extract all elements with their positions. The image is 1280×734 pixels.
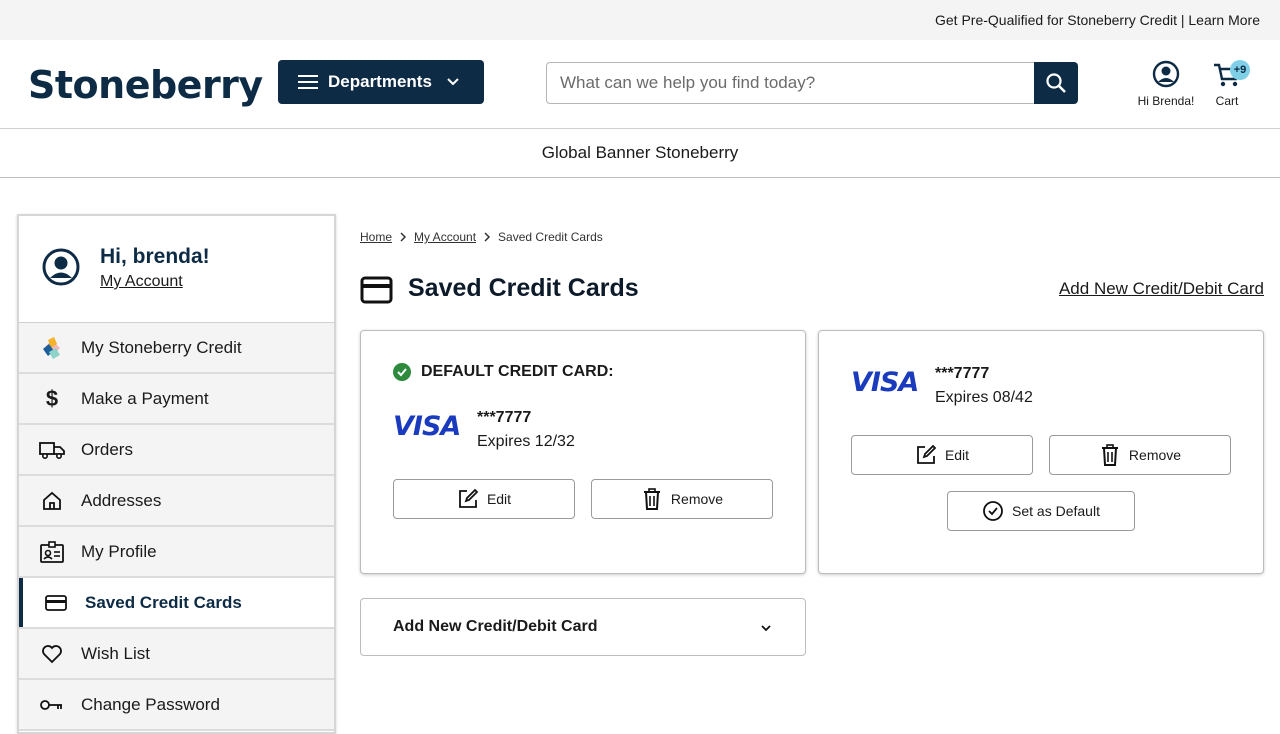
- credit-card-icon: [360, 276, 393, 304]
- search-icon: [1046, 73, 1066, 93]
- remove-card-button[interactable]: Remove: [1049, 435, 1231, 475]
- credit-card-icon: [43, 590, 69, 616]
- menu-icon: [298, 75, 318, 89]
- greeting-text: Hi, brenda!: [100, 245, 210, 268]
- cart-label: Cart: [1215, 94, 1239, 108]
- account-sidebar: Hi, brenda! My Account My Stoneberry Cre…: [17, 214, 336, 734]
- search-input[interactable]: [546, 62, 1034, 104]
- cart-count-badge: +9: [1230, 60, 1250, 80]
- sidebar-item-label: Wish List: [81, 643, 150, 663]
- default-card-label: DEFAULT CREDIT CARD:: [421, 363, 614, 380]
- credit-card-tile: VISA ***7777 Expires 08/42 Edit Remove S…: [818, 330, 1264, 574]
- sidebar-item-label: Change Password: [81, 694, 220, 714]
- global-banner-text: Global Banner Stoneberry: [541, 143, 739, 162]
- trash-icon: [643, 488, 660, 510]
- card-expiry: Expires 12/32: [477, 433, 575, 450]
- edit-icon: [917, 444, 937, 464]
- my-account-link[interactable]: My Account: [100, 273, 183, 291]
- truck-icon: [39, 437, 65, 463]
- sidebar-item-label: Saved Credit Cards: [85, 592, 242, 612]
- sidebar-item-saved-credit-cards[interactable]: Saved Credit Cards: [19, 578, 334, 629]
- chevron-right-icon: [484, 232, 491, 242]
- sidebar-item-my-profile[interactable]: My Profile: [19, 527, 334, 578]
- sidebar-item-label: Make a Payment: [81, 388, 209, 408]
- breadcrumb-current: Saved Credit Cards: [498, 230, 603, 244]
- default-card-indicator: DEFAULT CREDIT CARD:: [393, 363, 614, 381]
- edit-card-button[interactable]: Edit: [393, 479, 575, 519]
- add-card-accordion[interactable]: Add New Credit/Debit Card: [360, 598, 806, 656]
- edit-label: Edit: [944, 447, 970, 463]
- breadcrumb-home[interactable]: Home: [360, 230, 392, 244]
- sidebar-item-orders[interactable]: Orders: [19, 425, 334, 476]
- avatar-icon: [42, 248, 80, 286]
- sidebar-item-label: My Profile: [81, 541, 157, 561]
- dollar-icon: $: [45, 385, 59, 411]
- heart-icon: [39, 641, 65, 667]
- chevron-down-icon: [447, 78, 459, 86]
- visa-logo: VISA: [851, 367, 919, 398]
- departments-label: Departments: [328, 72, 432, 91]
- edit-label: Edit: [486, 491, 512, 507]
- card-number: ***7777: [477, 409, 532, 426]
- greeting-panel: Hi, brenda! My Account: [19, 216, 334, 323]
- logo-text: Stoneberry: [28, 63, 263, 107]
- sidebar-item-change-password[interactable]: Change Password: [19, 680, 334, 731]
- sidebar-item-wish-list[interactable]: Wish List: [19, 629, 334, 680]
- add-card-link[interactable]: Add New Credit/Debit Card: [1059, 279, 1264, 299]
- chevron-right-icon: [400, 232, 407, 242]
- remove-label: Remove: [1128, 447, 1182, 463]
- card-expiry: Expires 08/42: [935, 389, 1033, 406]
- account-label: Hi Brenda!: [1137, 94, 1195, 108]
- prequalify-link[interactable]: Get Pre-Qualified for Stoneberry Credit …: [935, 12, 1260, 28]
- sidebar-item-label: Orders: [81, 439, 133, 459]
- check-circle-icon: [393, 363, 411, 381]
- edit-icon: [459, 488, 479, 508]
- sidebar-item-make-payment[interactable]: $ Make a Payment: [19, 374, 334, 425]
- remove-card-button[interactable]: Remove: [591, 479, 773, 519]
- global-banner: Global Banner Stoneberry: [0, 129, 1280, 178]
- page-title: Saved Credit Cards: [408, 274, 639, 302]
- breadcrumb: Home My Account Saved Credit Cards: [360, 230, 603, 244]
- page-title-row: Saved Credit Cards Add New Credit/Debit …: [360, 272, 1264, 308]
- sidebar-item-label: Addresses: [81, 490, 162, 510]
- visa-logo: VISA: [393, 411, 461, 442]
- trash-icon: [1101, 444, 1118, 466]
- remove-label: Remove: [670, 491, 724, 507]
- stoneberry-logo-icon: [39, 335, 65, 361]
- set-default-button[interactable]: Set as Default: [947, 491, 1135, 531]
- promo-bar: Get Pre-Qualified for Stoneberry Credit …: [0, 0, 1280, 40]
- search-button[interactable]: [1034, 62, 1078, 104]
- card-number: ***7777: [935, 365, 990, 382]
- account-button[interactable]: Hi Brenda!: [1132, 60, 1200, 108]
- breadcrumb-my-account[interactable]: My Account: [414, 230, 476, 244]
- credit-card-tile-default: DEFAULT CREDIT CARD: VISA ***7777 Expire…: [360, 330, 806, 574]
- site-header: Stoneberry Departments Hi Brenda! +9 Car…: [0, 40, 1280, 129]
- home-icon: [39, 488, 65, 514]
- sidebar-item-label: My Stoneberry Credit: [81, 337, 242, 357]
- edit-card-button[interactable]: Edit: [851, 435, 1033, 475]
- cart-button[interactable]: +9 Cart: [1206, 60, 1250, 108]
- add-card-accordion-label: Add New Credit/Debit Card: [393, 618, 598, 635]
- stoneberry-logo[interactable]: Stoneberry: [24, 62, 263, 108]
- profile-card-icon: [39, 539, 65, 565]
- sidebar-item-addresses[interactable]: Addresses: [19, 476, 334, 527]
- search-bar: [546, 62, 1078, 104]
- set-default-label: Set as Default: [1012, 503, 1100, 519]
- user-circle-icon: [1152, 60, 1180, 88]
- key-icon: [39, 692, 65, 718]
- departments-button[interactable]: Departments: [278, 60, 484, 104]
- check-circle-icon: [983, 501, 1003, 521]
- chevron-down-icon: [761, 625, 771, 632]
- sidebar-item-stoneberry-credit[interactable]: My Stoneberry Credit: [19, 323, 334, 374]
